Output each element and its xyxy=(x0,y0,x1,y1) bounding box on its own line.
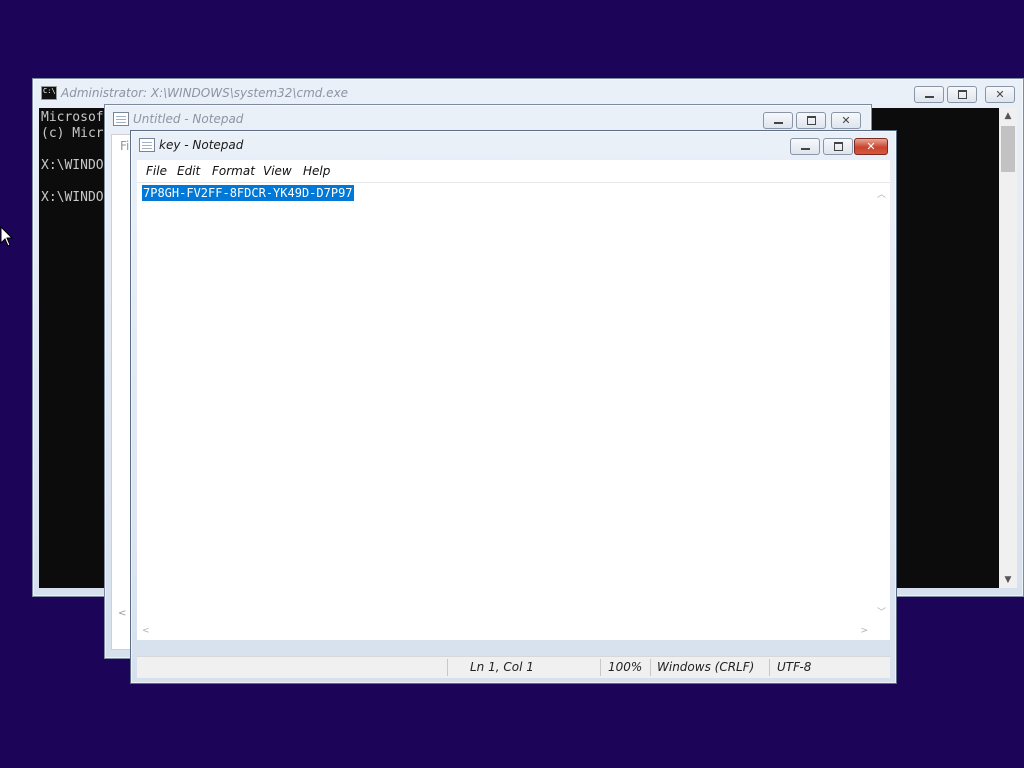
left-arrow-icon[interactable]: < xyxy=(142,626,150,636)
minimize-button[interactable] xyxy=(914,86,944,103)
key-notepad-window[interactable]: key - Notepad ✕ File Edit Format View He… xyxy=(130,130,897,684)
minimize-icon xyxy=(773,122,783,124)
close-icon: ✕ xyxy=(841,114,851,127)
untitled-titlebar[interactable]: Untitled - Notepad ✕ xyxy=(105,105,871,131)
menu-edit[interactable]: Edit xyxy=(177,164,200,178)
status-divider xyxy=(600,659,601,676)
minimize-icon xyxy=(924,96,934,98)
maximize-button[interactable] xyxy=(796,112,826,129)
close-icon: ✕ xyxy=(866,140,876,153)
maximize-icon xyxy=(833,142,843,151)
notepad-icon xyxy=(113,112,129,126)
left-arrow-icon[interactable]: < xyxy=(118,608,126,619)
line-ending: Windows (CRLF) xyxy=(657,660,755,674)
menu-bar: File Edit Format View Help xyxy=(137,160,890,182)
close-button[interactable]: ✕ xyxy=(831,112,861,129)
maximize-button[interactable] xyxy=(823,138,853,155)
untitled-title: Untitled - Notepad xyxy=(133,112,244,126)
encoding: UTF-8 xyxy=(777,660,812,674)
menu-file[interactable]: Fi xyxy=(120,139,129,153)
down-arrow-icon[interactable]: ﹀ xyxy=(877,605,886,618)
minimize-button[interactable] xyxy=(763,112,793,129)
down-arrow-icon[interactable]: ▼ xyxy=(999,572,1017,588)
menu-help[interactable]: Help xyxy=(303,164,330,178)
menu-file[interactable]: File xyxy=(146,164,167,178)
menu-view[interactable]: View xyxy=(263,164,292,178)
maximize-icon xyxy=(957,90,967,99)
status-bar: Ln 1, Col 1 100% Windows (CRLF) UTF-8 xyxy=(137,656,890,678)
vertical-scrollbar[interactable]: ︿ ﹀ xyxy=(873,183,890,640)
maximize-icon xyxy=(806,116,816,125)
menu-format[interactable]: Format xyxy=(212,164,255,178)
zoom-level: 100% xyxy=(608,660,643,674)
scroll-thumb[interactable] xyxy=(1001,126,1015,172)
cmd-title: Administrator: X:\WINDOWS\system32\cmd.e… xyxy=(61,86,349,100)
cursor-position: Ln 1, Col 1 xyxy=(470,660,534,674)
cmd-titlebar[interactable]: C:\ Administrator: X:\WINDOWS\system32\c… xyxy=(33,79,1023,105)
key-title: key - Notepad xyxy=(159,138,244,152)
close-icon: ✕ xyxy=(995,88,1005,101)
status-divider xyxy=(650,659,651,676)
mouse-cursor-icon xyxy=(0,226,14,247)
close-button[interactable]: ✕ xyxy=(854,138,888,155)
horizontal-scrollbar[interactable]: < > xyxy=(137,623,873,640)
status-divider xyxy=(769,659,770,676)
maximize-button[interactable] xyxy=(947,86,977,103)
up-arrow-icon[interactable]: ︿ xyxy=(877,187,886,200)
selected-text[interactable]: 7P8GH-FV2FF-8FDCR-YK49D-D7P97 xyxy=(142,185,354,201)
right-arrow-icon[interactable]: > xyxy=(860,626,868,636)
vertical-scrollbar[interactable]: ▲ ▼ xyxy=(999,108,1017,588)
close-button[interactable]: ✕ xyxy=(985,86,1015,103)
status-divider xyxy=(447,659,448,676)
cmd-icon: C:\ xyxy=(41,86,57,100)
minimize-icon xyxy=(800,148,810,150)
notepad-icon xyxy=(139,138,155,152)
minimize-button[interactable] xyxy=(790,138,820,155)
text-editor[interactable]: 7P8GH-FV2FF-8FDCR-YK49D-D7P97 ︿ ﹀ < > xyxy=(137,182,890,640)
key-titlebar[interactable]: key - Notepad ✕ xyxy=(131,131,896,157)
up-arrow-icon[interactable]: ▲ xyxy=(999,108,1017,124)
